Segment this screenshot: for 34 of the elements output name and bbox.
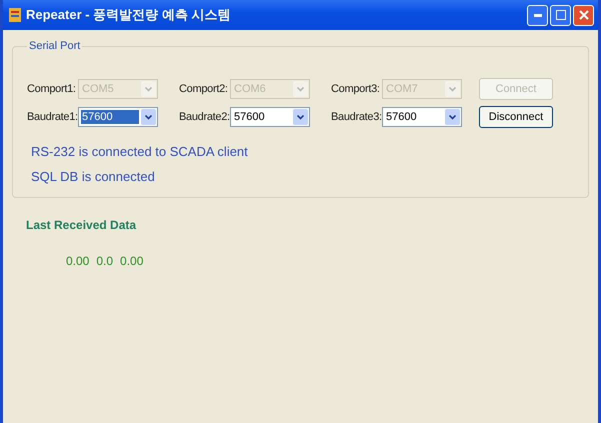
chevron-down-icon bbox=[297, 86, 304, 92]
field-label: Baudrate2: bbox=[179, 111, 230, 123]
data-value: 0.00 bbox=[66, 254, 90, 268]
data-value: 0.00 bbox=[120, 254, 144, 268]
field-label: Comport2: bbox=[179, 83, 229, 95]
dropdown[interactable]: 57600 bbox=[78, 107, 158, 127]
dropdown-value: 57600 bbox=[385, 110, 418, 124]
data-value: 0.0 bbox=[96, 254, 114, 268]
group-title: Serial Port bbox=[28, 40, 82, 52]
dropdown-value: 57600 bbox=[81, 110, 139, 124]
chevron-down-icon bbox=[145, 114, 152, 120]
maximize-button[interactable] bbox=[550, 4, 571, 26]
field-label: Comport1: bbox=[27, 83, 77, 95]
close-button[interactable] bbox=[573, 4, 594, 26]
maximize-icon bbox=[556, 10, 566, 20]
action-button[interactable]: Disconnect bbox=[479, 106, 553, 128]
chevron-down-icon bbox=[449, 86, 456, 92]
field-label: Baudrate1: bbox=[27, 111, 78, 123]
chevron-down-icon bbox=[297, 114, 304, 120]
chevron-down-icon bbox=[449, 114, 456, 120]
dropdown-value: 57600 bbox=[233, 110, 266, 124]
status-message: RS-232 is connected to SCADA client bbox=[31, 144, 249, 159]
dropdown[interactable]: 57600 bbox=[230, 107, 310, 127]
section-title: Last Received Data bbox=[26, 218, 138, 232]
minimize-button[interactable] bbox=[527, 4, 548, 26]
field-label: Comport3: bbox=[331, 83, 381, 95]
dropdown[interactable]: 57600 bbox=[382, 107, 462, 127]
chevron-down-icon bbox=[145, 86, 152, 92]
status-message: SQL DB is connected bbox=[31, 169, 156, 184]
window-title: Repeater - 풍력발전량 예측 시스템 bbox=[26, 6, 230, 24]
minimize-icon bbox=[534, 14, 542, 16]
close-icon bbox=[578, 10, 588, 20]
field-label: Baudrate3: bbox=[331, 111, 382, 123]
app-icon bbox=[9, 8, 21, 22]
